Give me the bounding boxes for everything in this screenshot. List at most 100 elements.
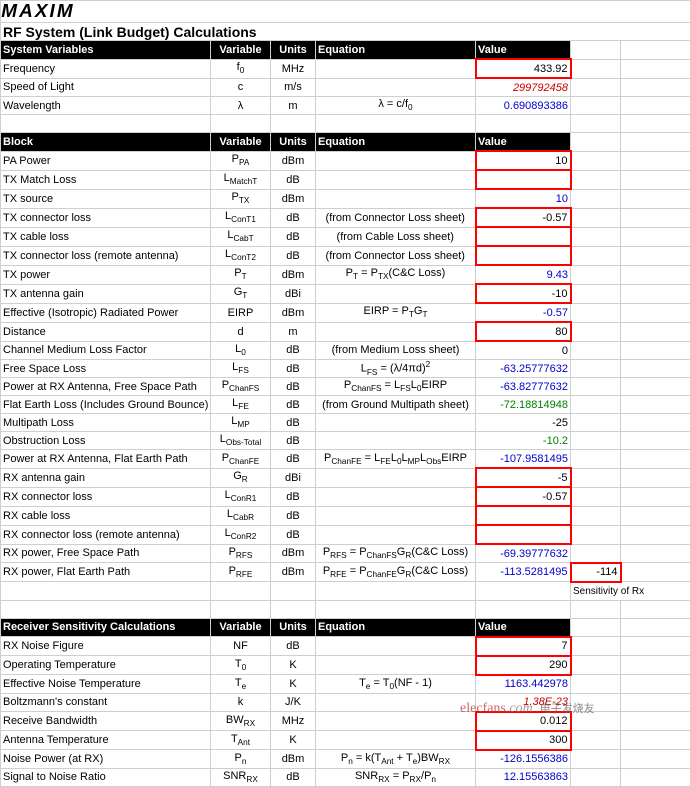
row-label: RX Noise Figure [1, 637, 211, 656]
table-row: Speed of Lightcm/s299792458 [1, 78, 690, 97]
col-header-equation: Equation [316, 41, 476, 60]
row-value: -25 [476, 414, 571, 432]
row-value: -69.39777632 [476, 544, 571, 563]
section-header: System Variables [1, 41, 211, 60]
row-value: 0 [476, 341, 571, 360]
table-row: Wavelengthλmλ = c/f00.690893386 [1, 97, 690, 115]
table-row: RX cable lossLCabRdB [1, 506, 690, 525]
table-row: Frequencyf0MHz433.92 [1, 59, 690, 78]
row-units: m [271, 97, 316, 115]
row-variable: PPA [211, 151, 271, 170]
row-units: dBi [271, 468, 316, 487]
row-equation [316, 78, 476, 97]
brand-logo: MAXIM [1, 1, 75, 22]
row-label: TX connector loss [1, 208, 211, 227]
row-variable: LCabT [211, 227, 271, 246]
row-value: 300 [476, 731, 571, 750]
row-label: PA Power [1, 151, 211, 170]
row-variable: LCabR [211, 506, 271, 525]
row-label: Receive Bandwidth [1, 712, 211, 731]
row-variable: LConR2 [211, 525, 271, 544]
row-variable: Te [211, 675, 271, 694]
row-variable: BWRX [211, 712, 271, 731]
row-variable: PRFS [211, 544, 271, 563]
col-header-units: Units [271, 133, 316, 152]
table-row: Obstruction LossLObs-TotaldB-10.2 [1, 432, 690, 450]
row-equation [316, 637, 476, 656]
row-variable: GR [211, 468, 271, 487]
row-value: -113.5281495 [476, 563, 571, 582]
col-header-units: Units [271, 618, 316, 637]
row-value: -126.1556386 [476, 750, 571, 769]
row-equation: PRFE = PChanFEGR(C&C Loss) [316, 563, 476, 582]
row-variable: f0 [211, 59, 271, 78]
row-label: Channel Medium Loss Factor [1, 341, 211, 360]
row-label: Flat Earth Loss (Includes Ground Bounce) [1, 396, 211, 414]
row-units: m/s [271, 78, 316, 97]
row-value: 299792458 [476, 78, 571, 97]
col-header-value: Value [476, 133, 571, 152]
table-row: Multipath LossLMPdB-25 [1, 414, 690, 432]
row-units: dB [271, 637, 316, 656]
row-label: Operating Temperature [1, 656, 211, 675]
table-row: TX cable lossLCabTdB(from Cable Loss she… [1, 227, 690, 246]
row-variable: NF [211, 637, 271, 656]
row-units: dBm [271, 265, 316, 284]
col-header-value: Value [476, 41, 571, 60]
table-row: Antenna TemperatureTAntK300 [1, 731, 690, 750]
row-label: TX Match Loss [1, 170, 211, 189]
row-equation: SNRRX = PRX/Pn [316, 768, 476, 786]
row-units: K [271, 675, 316, 694]
row-variable: Pn [211, 750, 271, 769]
table-row: TX connector loss (remote antenna)LConT2… [1, 246, 690, 265]
row-value: 7 [476, 637, 571, 656]
row-units: dB [271, 525, 316, 544]
table-row: RX power, Flat Earth PathPRFEdBmPRFE = P… [1, 563, 690, 582]
row-units: dB [271, 170, 316, 189]
row-value: 433.92 [476, 59, 571, 78]
row-label: Noise Power (at RX) [1, 750, 211, 769]
row-label: RX power, Flat Earth Path [1, 563, 211, 582]
spreadsheet: MAXIM RF System (Link Budget) Calculatio… [0, 0, 690, 787]
row-variable: LMatchT [211, 170, 271, 189]
row-label: Wavelength [1, 97, 211, 115]
table-row: Operating TemperatureT0K290 [1, 656, 690, 675]
row-value: -0.57 [476, 303, 571, 322]
row-value: -10.2 [476, 432, 571, 450]
row-equation: (from Cable Loss sheet) [316, 227, 476, 246]
col-header-variable: Variable [211, 133, 271, 152]
row-label: TX antenna gain [1, 284, 211, 303]
row-variable: LConT1 [211, 208, 271, 227]
row-units: dB [271, 487, 316, 506]
row-equation: (from Ground Multipath sheet) [316, 396, 476, 414]
row-units: dB [271, 414, 316, 432]
row-label: Boltzmann's constant [1, 693, 211, 712]
row-label: Free Space Loss [1, 360, 211, 378]
row-variable: LFE [211, 396, 271, 414]
row-units: dB [271, 227, 316, 246]
table-row: Noise Power (at RX)PndBmPn = k(TAnt + Te… [1, 750, 690, 769]
row-units: J/K [271, 693, 316, 712]
row-equation: PRFS = PChanFSGR(C&C Loss) [316, 544, 476, 563]
row-variable: LFS [211, 360, 271, 378]
row-units: dBm [271, 151, 316, 170]
row-label: Antenna Temperature [1, 731, 211, 750]
row-value: -107.9581495 [476, 450, 571, 469]
row-units: MHz [271, 712, 316, 731]
row-units: dBm [271, 189, 316, 208]
col-header-value: Value [476, 618, 571, 637]
row-variable: λ [211, 97, 271, 115]
row-equation: PChanFE = LFEL0LMPLObsEIRP [316, 450, 476, 469]
row-variable: PChanFS [211, 378, 271, 396]
row-equation: EIRP = PTGT [316, 303, 476, 322]
row-label: Effective (Isotropic) Radiated Power [1, 303, 211, 322]
row-value: -72.18814948 [476, 396, 571, 414]
row-value: -0.57 [476, 487, 571, 506]
table-row: Boltzmann's constantkJ/K1.38E-23 [1, 693, 690, 712]
row-label: Signal to Noise Ratio [1, 768, 211, 786]
row-equation [316, 468, 476, 487]
table-row: Distancedm80 [1, 322, 690, 341]
table-row: TX antenna gainGTdBi-10 [1, 284, 690, 303]
row-variable: LConT2 [211, 246, 271, 265]
row-variable: LObs-Total [211, 432, 271, 450]
